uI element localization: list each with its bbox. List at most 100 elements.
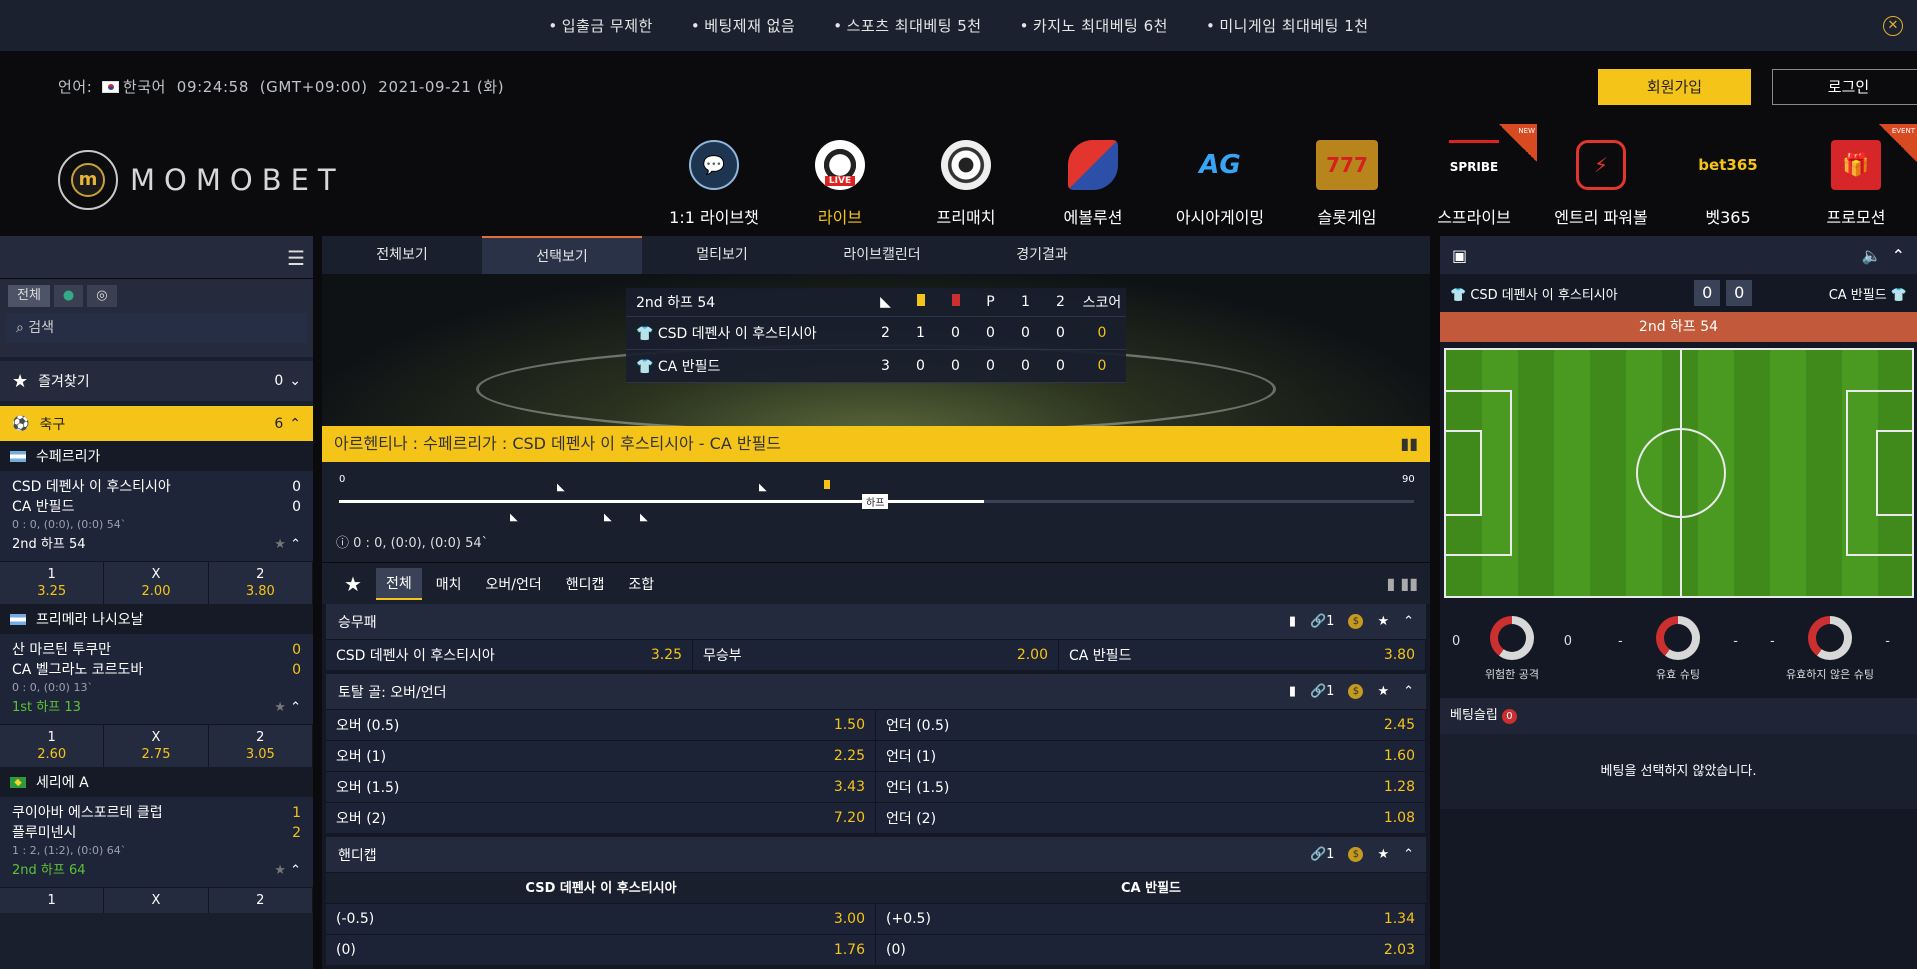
stat-donut [1808,616,1852,660]
star-icon[interactable]: ★ [274,863,286,878]
odd-button[interactable]: X 2.00 [104,562,209,604]
filter-live-icon[interactable]: ● [53,285,84,307]
chevron-up-icon[interactable]: ⌃ [1403,614,1414,629]
star-icon[interactable]: ★ [334,567,372,601]
col-header: P [986,294,995,310]
nav-asiagaming[interactable]: AG 아시아게이밍 [1160,140,1280,228]
match-status: 2nd 하프 54 [12,537,86,552]
link-icon[interactable]: 🔗1 [1310,847,1334,862]
notice-item: 스포츠 최대베팅 5천 [833,15,981,36]
nav-livechat[interactable]: 💬 1:1 라이브챗 [654,140,774,228]
league-header[interactable]: 세리에 A [0,767,313,797]
market-header[interactable]: 승무패 ▮ 🔗1 $ ★ ⌃ [326,604,1426,639]
odd-button[interactable]: 오버 (0.5) 1.50 [326,710,876,740]
odd-button[interactable]: 2 3.80 [208,562,313,604]
search-input[interactable]: ⌕ 검색 [6,313,307,343]
market-tab-combo[interactable]: 조합 [618,569,664,599]
league-header[interactable]: 프리메라 나시오날 [0,604,313,634]
tab-all-view[interactable]: 전체보기 [322,236,482,274]
red-shirt-icon: 👕 [636,326,654,342]
chevron-up-icon[interactable]: ⌃ [290,700,301,715]
star-icon[interactable]: ★ [1377,614,1389,629]
tab-selected-view[interactable]: 선택보기 [482,236,642,274]
close-icon[interactable]: ✕ [1883,16,1903,36]
sport-count: 6 [274,415,284,432]
logo[interactable]: m MOMOBET [58,150,345,210]
nav-slots[interactable]: 777 슬롯게임 [1287,140,1407,228]
market-tab-match[interactable]: 매치 [426,569,472,599]
odd-button[interactable]: 2 [208,888,313,913]
odd-button[interactable]: (0) 2.03 [876,935,1426,965]
match-card[interactable]: 산 마르틴 투쿠만 0 CA 벨그라노 코르도바 0 0 : 0, (0:0) 13… [0,634,313,724]
star-icon[interactable]: ★ [274,700,286,715]
nav-bet365[interactable]: bet365 벳365 [1668,140,1788,228]
odd-button[interactable]: 언더 (1.5) 1.28 [876,772,1426,802]
odd-button[interactable]: 언더 (2) 1.08 [876,803,1426,833]
nav-label: 프로모션 [1826,208,1886,227]
corner-event-icon: ◣ [510,512,518,523]
odd-button[interactable]: CSD 데펜사 이 후스티시아 3.25 [326,640,693,670]
market-tab-handicap[interactable]: 핸디캡 [556,569,615,599]
odd-button[interactable]: CA 반필드 3.80 [1059,640,1426,670]
odd-button[interactable]: 1 3.25 [0,562,105,604]
signup-button[interactable]: 회원가입 [1598,69,1751,105]
chevron-up-icon: ⌃ [289,415,301,432]
handicap-away-header: CA 반필드 [1120,881,1181,896]
match-card[interactable]: 쿠이아바 에스포르테 클럽 1 플루미넨시 2 1 : 2, (1:2), (0:0… [0,797,313,887]
odd-button[interactable]: 1 2.60 [0,725,105,767]
odd-button[interactable]: 오버 (1) 2.25 [326,741,876,771]
tab-live-calendar[interactable]: 라이브캘린더 [802,236,962,274]
star-icon[interactable]: ★ [1377,847,1389,862]
nav-prematch[interactable]: 프리매치 [906,140,1026,228]
chevron-up-icon[interactable]: ⌃ [290,537,301,552]
odd-button[interactable]: 2 3.05 [208,725,313,767]
odd-button[interactable]: 언더 (1) 1.60 [876,741,1426,771]
login-button[interactable]: 로그인 [1772,69,1917,105]
odd-button[interactable]: X [104,888,209,913]
filter-globe-icon[interactable]: ◎ [87,285,117,307]
league-header[interactable]: 수페르리가 [0,441,313,471]
chevron-up-icon[interactable]: ⌃ [1403,684,1414,699]
chevron-up-icon[interactable]: ⌃ [1403,847,1414,862]
market-tab-all[interactable]: 전체 [375,567,422,600]
stats-chart-icon[interactable]: ▮▮ [1400,426,1418,462]
collapse-menu-icon[interactable]: ☰ [287,246,305,270]
chevron-up-icon[interactable]: ⌃ [1892,246,1905,265]
market-header[interactable]: 핸디캡 🔗1 $ ★ ⌃ [326,837,1426,872]
nav-evolution[interactable]: 에볼루션 [1033,140,1153,228]
star-icon[interactable]: ★ [274,537,286,552]
market-tab-over-under[interactable]: 오버/언더 [475,569,551,599]
pitch-icon[interactable]: ▣ [1452,246,1467,265]
odd-button[interactable]: (0) 1.76 [326,935,876,965]
odd-button[interactable]: X 2.75 [104,725,209,767]
nav-entry-powerball[interactable]: ⚡ 엔트리 파워볼 [1541,140,1661,228]
odd-button[interactable]: 1 [0,888,105,913]
betslip-header[interactable]: 베팅슬립 0 [1440,698,1917,734]
link-icon[interactable]: 🔗1 [1310,614,1334,629]
language-selector[interactable]: 한국어 [123,78,166,96]
sound-icon[interactable]: 🔈 [1862,246,1882,265]
odd-button[interactable]: 무승부 2.00 [693,640,1059,670]
market-row: 오버 (1) 2.25 언더 (1) 1.60 [326,740,1426,771]
odd-button[interactable]: (-0.5) 3.00 [326,904,876,934]
stats-chart-icon[interactable]: ▮ [1289,614,1296,629]
odd-button[interactable]: (+0.5) 1.34 [876,904,1426,934]
odds-row: 1 X 2 [0,887,313,913]
tab-multi-view[interactable]: 멀티보기 [642,236,802,274]
match-card[interactable]: CSD 데펜사 이 후스티시아 0 CA 반필드 0 0 : 0, (0:0), (… [0,471,313,561]
home-team: 쿠이아바 에스포르테 클럽 [12,805,163,821]
tab-results[interactable]: 경기결과 [962,236,1122,274]
favorites-row[interactable]: ★ 즐겨찾기 0 ⌄ [0,361,313,401]
link-icon[interactable]: 🔗1 [1310,684,1334,699]
layout-toggle-icon[interactable]: ▮ ▮▮ [1387,574,1419,593]
odd-button[interactable]: 오버 (2) 7.20 [326,803,876,833]
nav-live[interactable]: LIVE 라이브 [780,140,900,228]
chevron-up-icon[interactable]: ⌃ [290,863,301,878]
star-icon[interactable]: ★ [1377,684,1389,699]
market-header[interactable]: 토탈 골: 오버/언더 ▮ 🔗1 $ ★ ⌃ [326,674,1426,709]
sport-soccer[interactable]: ⚽ 축구 6 ⌃ [0,406,313,441]
stats-chart-icon[interactable]: ▮ [1289,684,1296,699]
odd-button[interactable]: 오버 (1.5) 3.43 [326,772,876,802]
filter-all[interactable]: 전체 [8,285,50,307]
odd-button[interactable]: 언더 (0.5) 2.45 [876,710,1426,740]
